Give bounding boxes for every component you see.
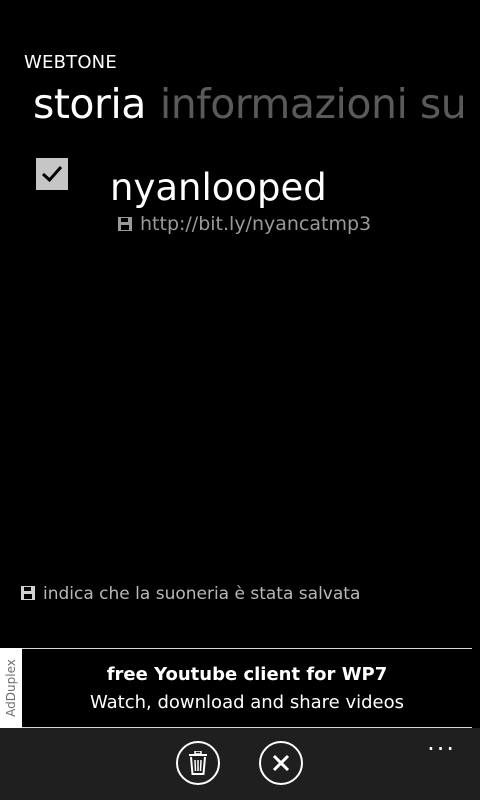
ad-headline: free Youtube client for WP7 bbox=[106, 664, 388, 685]
save-legend: indica che la suoneria è stata salvata bbox=[21, 583, 360, 605]
ad-divider-top bbox=[22, 648, 472, 649]
cancel-button[interactable] bbox=[259, 741, 303, 785]
more-options-button[interactable]: ... bbox=[427, 730, 456, 754]
ad-banner[interactable]: AdDuplex free Youtube client for WP7 Wat… bbox=[0, 648, 472, 728]
floppy-disk-icon bbox=[21, 586, 35, 600]
delete-button[interactable] bbox=[176, 741, 220, 785]
item-title[interactable]: nyanlooped bbox=[110, 166, 327, 210]
checkmark-icon bbox=[41, 166, 63, 183]
item-checkbox[interactable] bbox=[36, 158, 68, 190]
close-icon bbox=[272, 754, 290, 772]
application-bar: ... bbox=[0, 728, 480, 800]
app-title: WEBTONE bbox=[24, 52, 117, 73]
ad-tagline: Watch, download and share videos bbox=[90, 692, 404, 713]
tab-informazioni-su[interactable]: informazioni su bbox=[160, 80, 467, 128]
tab-storia[interactable]: storia bbox=[33, 80, 146, 128]
floppy-disk-icon bbox=[118, 217, 132, 231]
ad-brand-strip: AdDuplex bbox=[0, 648, 22, 728]
ad-brand-label: AdDuplex bbox=[4, 659, 18, 717]
history-item[interactable]: nyanlooped http://bit.ly/nyancatmp3 bbox=[36, 158, 466, 238]
item-url[interactable]: http://bit.ly/nyancatmp3 bbox=[140, 213, 371, 235]
pivot-header: storiainformazioni sus bbox=[33, 80, 480, 128]
save-legend-text: indica che la suoneria è stata salvata bbox=[43, 584, 361, 604]
trash-icon bbox=[189, 751, 207, 775]
item-subtitle: http://bit.ly/nyancatmp3 bbox=[118, 212, 371, 236]
